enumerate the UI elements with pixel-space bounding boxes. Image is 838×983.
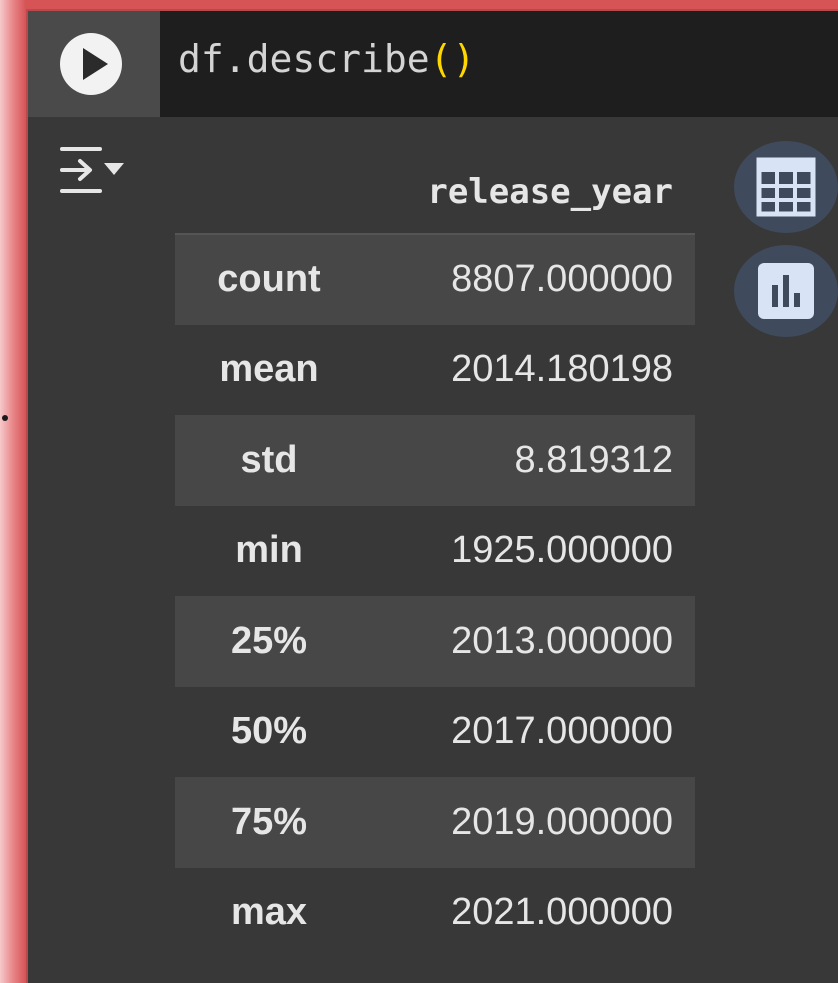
code-row: df.describe() <box>28 11 838 117</box>
row-label: count <box>217 258 321 301</box>
row-value: 2014.180198 <box>451 348 673 391</box>
table-row: 75% 2019.000000 <box>175 777 695 868</box>
stray-dot <box>2 415 8 421</box>
row-label: 75% <box>230 800 308 843</box>
table-row: max 2021.000000 <box>175 868 695 959</box>
row-label: std <box>240 438 298 481</box>
code-line: df.describe() <box>178 35 475 83</box>
row-label: min <box>235 529 303 572</box>
row-label: max <box>230 891 308 934</box>
row-value: 8807.000000 <box>451 258 673 301</box>
table-icon <box>756 157 816 217</box>
row-value: 2021.000000 <box>451 891 673 934</box>
code-object: df <box>178 37 224 81</box>
convert-to-interactive-table-button[interactable] <box>734 141 838 233</box>
row-value: 2013.000000 <box>451 619 673 662</box>
row-value: 1925.000000 <box>451 529 673 572</box>
output-toggle-icon <box>60 147 124 193</box>
table-row: 25% 2013.000000 <box>175 596 695 687</box>
code-parens: () <box>429 37 476 81</box>
describe-table: release_year count 8807.000000 mean 2014… <box>175 151 695 958</box>
code-method: .describe <box>223 37 430 81</box>
table-row: 50% 2017.000000 <box>175 687 695 778</box>
table-corner <box>175 151 363 235</box>
table-header-row: release_year <box>175 151 695 235</box>
notebook-cell: df.describe() release_year count 8807.00… <box>26 9 838 983</box>
row-label: 50% <box>230 710 308 753</box>
row-label: mean <box>219 348 319 391</box>
suggest-charts-button[interactable] <box>734 245 838 337</box>
output-toggle-button[interactable] <box>58 143 130 199</box>
play-icon <box>83 48 108 80</box>
cell-gutter <box>28 11 160 117</box>
row-value: 8.819312 <box>514 438 674 481</box>
row-value: 2017.000000 <box>451 710 673 753</box>
table-row: std 8.819312 <box>175 415 695 506</box>
row-value: 2019.000000 <box>451 800 673 843</box>
column-header-release-year: release_year <box>363 151 695 235</box>
dataframe-output: release_year count 8807.000000 mean 2014… <box>175 151 695 958</box>
table-row: count 8807.000000 <box>175 234 695 325</box>
row-label: 25% <box>230 619 308 662</box>
bar-chart-icon <box>758 263 814 319</box>
table-row: min 1925.000000 <box>175 506 695 597</box>
run-cell-button[interactable] <box>60 33 122 95</box>
code-editor[interactable]: df.describe() <box>160 11 838 117</box>
table-row: mean 2014.180198 <box>175 325 695 416</box>
